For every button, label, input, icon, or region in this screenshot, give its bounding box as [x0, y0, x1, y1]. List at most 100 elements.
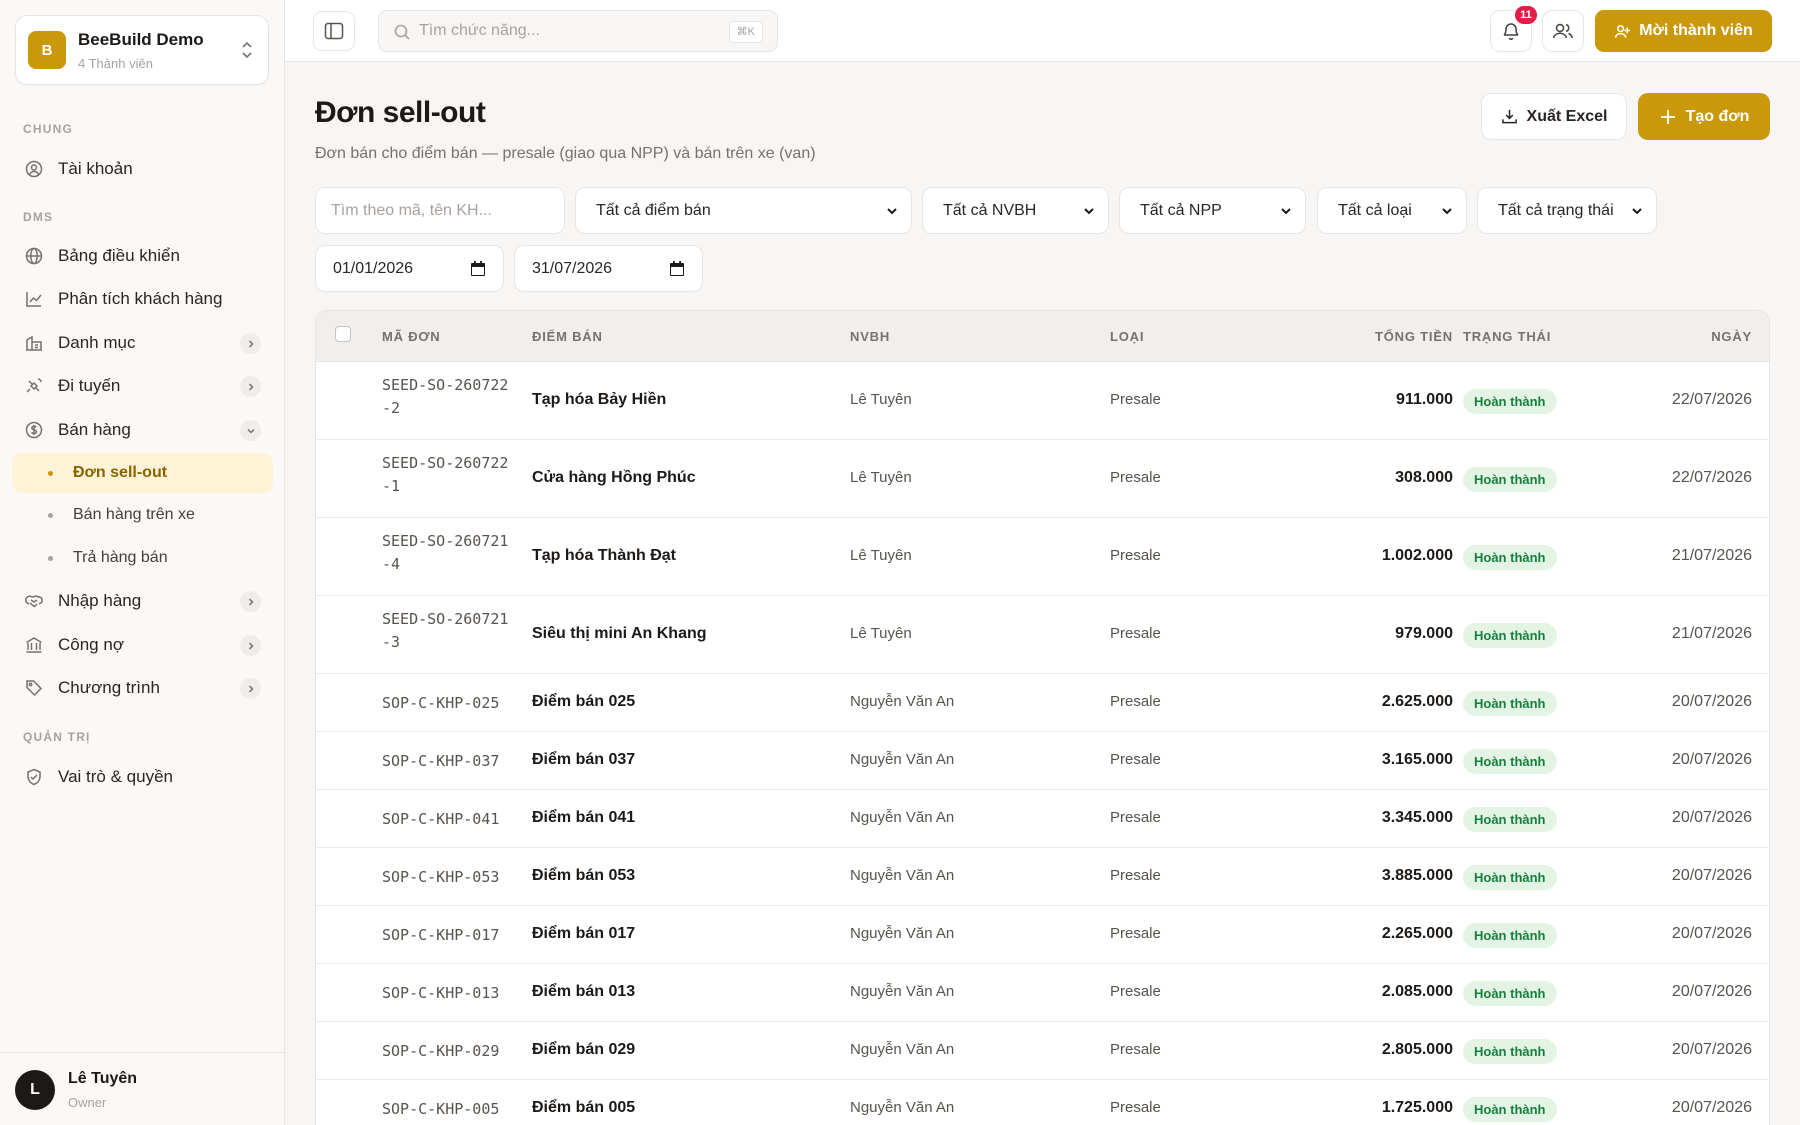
- order-total: 2.625.000: [1381, 693, 1453, 710]
- order-date: 20/07/2026: [1671, 983, 1752, 1000]
- sidebar-item-label: Đơn sell-out: [73, 464, 168, 481]
- order-type: Presale: [1110, 547, 1161, 564]
- chevron-down-icon[interactable]: [240, 420, 261, 441]
- sidebar-item-roles[interactable]: Vai trò & quyền: [12, 757, 273, 797]
- order-total: 2.805.000: [1381, 1041, 1453, 1058]
- sidebar-item-account[interactable]: Tài khoản: [12, 149, 273, 189]
- distributor-filter-select[interactable]: Tất cả NPP: [1119, 187, 1306, 234]
- chevron-right-icon[interactable]: [240, 591, 261, 612]
- calendar-icon[interactable]: [469, 260, 487, 278]
- satellite-icon: [24, 376, 44, 396]
- table-row[interactable]: SEED-SO-260721-3 Siêu thị mini An Khang Lê…: [316, 596, 1769, 674]
- table-row[interactable]: SOP-C-KHP-013 Điểm bán 013 Nguyễn Văn An Pr…: [316, 964, 1769, 1022]
- sidebar-item-catalog[interactable]: Danh mục: [12, 323, 273, 363]
- column-header-date[interactable]: NGÀY: [1711, 329, 1752, 344]
- sidebar-item-customer-analysis[interactable]: Phân tích khách hàng: [12, 279, 273, 319]
- outlet-name: Điểm bán 013: [532, 983, 636, 1000]
- page-title: Đơn sell-out: [315, 96, 486, 129]
- invite-member-button[interactable]: Mời thành viên: [1595, 10, 1772, 52]
- column-header-outlet[interactable]: ĐIỂM BÁN: [532, 329, 603, 344]
- sidebar-item-debts[interactable]: Công nợ: [12, 625, 273, 665]
- order-code: SEED-SO-260721-4: [382, 532, 509, 573]
- create-order-button[interactable]: Tạo đơn: [1638, 93, 1770, 140]
- salesman-name: Nguyễn Văn An: [850, 1041, 955, 1058]
- table-row[interactable]: SEED-SO-260722-1 Cửa hàng Hồng Phúc Lê Tuy…: [316, 440, 1769, 518]
- column-header-type[interactable]: LOẠI: [1110, 329, 1144, 344]
- section-label-admin: QUẢN TRỊ: [23, 730, 91, 744]
- sidebar-item-dashboard[interactable]: Bảng điều khiển: [12, 236, 273, 276]
- outlet-name: Điểm bán 029: [532, 1041, 636, 1058]
- date-to-input[interactable]: 31/07/2026: [514, 245, 703, 292]
- status-filter-select[interactable]: Tất cả trạng thái: [1477, 187, 1657, 234]
- search-input[interactable]: [419, 11, 719, 51]
- column-header-total[interactable]: TỔNG TIỀN: [1375, 329, 1453, 344]
- outlet-filter-select[interactable]: Tất cả điểm bán: [575, 187, 912, 234]
- type-filter-select[interactable]: Tất cả loại: [1317, 187, 1467, 234]
- outlet-name: Điểm bán 037: [532, 751, 636, 768]
- sidebar-subitem-van-sales[interactable]: Bán hàng trên xe: [12, 495, 273, 535]
- sidebar-toggle-button[interactable]: [313, 11, 355, 51]
- select-all-checkbox[interactable]: [335, 326, 351, 342]
- chevron-right-icon[interactable]: [240, 333, 261, 354]
- handshake-icon: [24, 591, 44, 611]
- order-total: 1.725.000: [1381, 1099, 1453, 1116]
- user-profile[interactable]: L Lê Tuyên Owner: [0, 1052, 284, 1125]
- sidebar-item-routes[interactable]: Đi tuyến: [12, 366, 273, 406]
- table-row[interactable]: SOP-C-KHP-005 Điểm bán 005 Nguyễn Văn An Pr…: [316, 1080, 1769, 1125]
- section-label-dms: DMS: [23, 210, 54, 224]
- members-button[interactable]: [1542, 10, 1584, 52]
- chevron-right-icon[interactable]: [240, 635, 261, 656]
- order-date: 20/07/2026: [1671, 1041, 1752, 1058]
- column-header-status[interactable]: TRẠNG THÁI: [1463, 329, 1551, 344]
- calendar-icon[interactable]: [668, 260, 686, 278]
- download-icon: [1501, 109, 1517, 124]
- date-from-value: 01/01/2026: [333, 259, 414, 277]
- order-date: 20/07/2026: [1671, 809, 1752, 826]
- salesman-name: Lê Tuyên: [850, 469, 912, 486]
- order-total: 3.885.000: [1381, 867, 1453, 884]
- table-row[interactable]: SEED-SO-260721-4 Tạp hóa Thành Đạt Lê Tuyê…: [316, 518, 1769, 596]
- chevron-right-icon[interactable]: [240, 376, 261, 397]
- bullet-icon: [48, 470, 53, 476]
- sidebar-item-programs[interactable]: Chương trình: [12, 668, 273, 708]
- sidebar-subitem-sellout[interactable]: Đơn sell-out: [12, 453, 273, 493]
- outlet-name: Điểm bán 053: [532, 867, 636, 884]
- search-box: ⌘K: [378, 10, 778, 52]
- order-code: SOP-C-KHP-005: [382, 1100, 500, 1118]
- salesman-name: Nguyễn Văn An: [850, 983, 955, 1000]
- avatar: L: [15, 1070, 55, 1110]
- table-row[interactable]: SOP-C-KHP-053 Điểm bán 053 Nguyễn Văn An Pr…: [316, 848, 1769, 906]
- status-badge: Hoàn thành: [1463, 691, 1557, 716]
- dollar-circle-icon: [24, 420, 44, 440]
- sidebar-item-sales[interactable]: Bán hàng: [12, 410, 273, 450]
- column-header-salesman[interactable]: NVBH: [850, 329, 890, 344]
- user-circle-icon: [24, 159, 44, 179]
- outlet-name: Tạp hóa Bảy Hiền: [532, 391, 667, 408]
- status-badge: Hoàn thành: [1463, 545, 1557, 570]
- order-date: 20/07/2026: [1671, 867, 1752, 884]
- table-row[interactable]: SOP-C-KHP-017 Điểm bán 017 Nguyễn Văn An Pr…: [316, 906, 1769, 964]
- notifications-button[interactable]: 11: [1490, 6, 1537, 52]
- chevron-right-icon[interactable]: [240, 678, 261, 699]
- outlet-name: Tạp hóa Thành Đạt: [532, 547, 676, 564]
- sidebar-toggle-icon: [324, 22, 344, 40]
- order-search-input[interactable]: [315, 187, 565, 234]
- sidebar-item-purchasing[interactable]: Nhập hàng: [12, 581, 273, 621]
- sidebar-item-label: Phân tích khách hàng: [58, 289, 223, 308]
- table-row[interactable]: SOP-C-KHP-029 Điểm bán 029 Nguyễn Văn An Pr…: [316, 1022, 1769, 1080]
- salesman-name: Lê Tuyên: [850, 625, 912, 642]
- export-excel-button[interactable]: Xuất Excel: [1481, 93, 1627, 140]
- table-row[interactable]: SOP-C-KHP-025 Điểm bán 025 Nguyễn Văn An Pr…: [316, 674, 1769, 732]
- salesman-filter-select[interactable]: Tất cả NVBH: [922, 187, 1109, 234]
- order-total: 2.265.000: [1381, 925, 1453, 942]
- status-filter-value: Tất cả trạng thái: [1498, 201, 1614, 219]
- sidebar: B BeeBuild Demo 4 Thành viên CHUNG Tài k…: [0, 0, 285, 1125]
- date-from-input[interactable]: 01/01/2026: [315, 245, 504, 292]
- column-header-code[interactable]: MÃ ĐƠN: [382, 329, 441, 344]
- table-row[interactable]: SOP-C-KHP-037 Điểm bán 037 Nguyễn Văn An Pr…: [316, 732, 1769, 790]
- sidebar-item-label: Tài khoản: [58, 159, 133, 178]
- org-switcher[interactable]: B BeeBuild Demo 4 Thành viên: [15, 15, 269, 85]
- sidebar-subitem-returns[interactable]: Trả hàng bán: [12, 538, 273, 578]
- table-row[interactable]: SOP-C-KHP-041 Điểm bán 041 Nguyễn Văn An Pr…: [316, 790, 1769, 848]
- table-row[interactable]: SEED-SO-260722-2 Tạp hóa Bảy Hiền Lê Tuyên…: [316, 362, 1769, 440]
